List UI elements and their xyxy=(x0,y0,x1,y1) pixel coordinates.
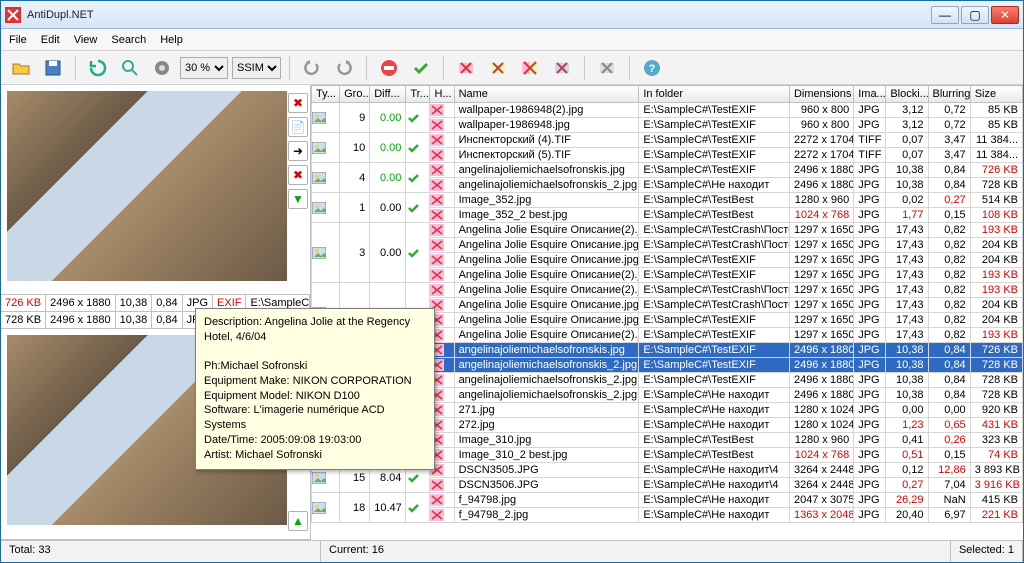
delete-both-button[interactable] xyxy=(516,54,544,82)
col-3[interactable]: Tr... xyxy=(406,86,430,103)
col-4[interactable]: H... xyxy=(430,86,454,103)
table-row[interactable]: 10.00Image_352.jpgE:\SampleC#\TestBest12… xyxy=(312,193,1023,208)
preview-top: ✖ 📄 ➜ ✖ ▼ xyxy=(1,85,310,295)
preview-image-1[interactable] xyxy=(7,91,287,281)
undo-button[interactable] xyxy=(298,54,326,82)
size-top: 726 KB xyxy=(1,295,46,311)
table-row[interactable]: 30.00Angelina Jolie Esquire Описание(2).… xyxy=(312,283,1023,298)
mistake-button[interactable] xyxy=(593,54,621,82)
refresh-button[interactable] xyxy=(84,54,112,82)
close-button[interactable]: ✕ xyxy=(991,6,1019,24)
minimize-button[interactable]: — xyxy=(931,6,959,24)
move-first-icon[interactable]: ➜ xyxy=(288,141,308,161)
delete-first-icon[interactable]: ✖ xyxy=(288,93,308,113)
search-button[interactable] xyxy=(116,54,144,82)
method-select[interactable]: SSIM xyxy=(232,57,281,79)
save-button[interactable] xyxy=(39,54,67,82)
delete3-button[interactable] xyxy=(548,54,576,82)
open-button[interactable] xyxy=(7,54,35,82)
arrow-up-icon[interactable]: ▲ xyxy=(288,511,308,531)
table-row[interactable]: 90.00wallpaper-1986948(2).jpgE:\SampleC#… xyxy=(312,103,1023,118)
table-row[interactable]: 100.00Инспекторский (4).TIFE:\SampleC#\T… xyxy=(312,133,1023,148)
table-row[interactable]: 1810.47f_94798.jpgE:\SampleC#\Не находит… xyxy=(312,493,1023,508)
status-total: Total: 33 xyxy=(1,541,321,562)
col-6[interactable]: In folder xyxy=(639,86,790,103)
app-window: AntiDupl.NET — ▢ ✕ File Edit View Search… xyxy=(0,0,1024,563)
menu-help[interactable]: Help xyxy=(160,34,183,46)
toolbar: 30 % SSIM ? xyxy=(1,51,1023,85)
accept-button[interactable] xyxy=(407,54,435,82)
delete2-button[interactable] xyxy=(484,54,512,82)
delete1-button[interactable] xyxy=(452,54,480,82)
maximize-button[interactable]: ▢ xyxy=(961,6,989,24)
arrow-down-icon[interactable]: ▼ xyxy=(288,189,308,209)
col-0[interactable]: Ty... xyxy=(312,86,340,103)
svg-text:?: ? xyxy=(649,63,656,75)
menu-view[interactable]: View xyxy=(74,34,98,46)
titlebar[interactable]: AntiDupl.NET — ▢ ✕ xyxy=(1,1,1023,29)
col-11[interactable]: Size xyxy=(970,86,1022,103)
options-button[interactable] xyxy=(148,54,176,82)
table-row[interactable]: 40.00angelinajoliemichaelsofronskis.jpgE… xyxy=(312,163,1023,178)
exif-tooltip: Description: Angelina Jolie at the Regen… xyxy=(195,308,435,470)
col-5[interactable]: Name xyxy=(454,86,639,103)
menu-file[interactable]: File xyxy=(9,34,27,46)
table-row[interactable]: 30.00Angelina Jolie Esquire Описание(2).… xyxy=(312,223,1023,238)
help-button[interactable]: ? xyxy=(638,54,666,82)
col-8[interactable]: Ima... xyxy=(854,86,886,103)
col-7[interactable]: Dimensions xyxy=(789,86,853,103)
col-2[interactable]: Diff... xyxy=(370,86,406,103)
col-1[interactable]: Gro... xyxy=(340,86,370,103)
status-selected: Selected: 1 xyxy=(951,541,1023,562)
status-current: Current: 16 xyxy=(321,541,951,562)
delete-both-icon[interactable]: ✖ xyxy=(288,165,308,185)
menubar: File Edit View Search Help xyxy=(1,29,1023,51)
col-9[interactable]: Blocki... xyxy=(886,86,928,103)
app-icon xyxy=(5,7,21,23)
menu-edit[interactable]: Edit xyxy=(41,34,60,46)
app-title: AntiDupl.NET xyxy=(27,9,931,21)
redo-button[interactable] xyxy=(330,54,358,82)
col-10[interactable]: Blurring xyxy=(928,86,970,103)
zoom-select[interactable]: 30 % xyxy=(180,57,228,79)
statusbar: Total: 33 Current: 16 Selected: 1 xyxy=(1,540,1023,562)
stop-button[interactable] xyxy=(375,54,403,82)
rename-first-icon[interactable]: 📄 xyxy=(288,117,308,137)
menu-search[interactable]: Search xyxy=(111,34,146,46)
